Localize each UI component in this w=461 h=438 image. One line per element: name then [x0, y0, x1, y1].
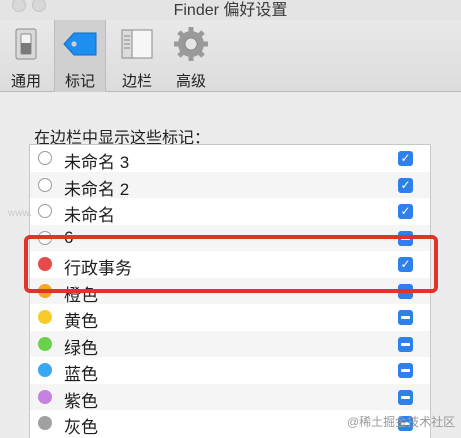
- tag-color-dot: [38, 389, 52, 404]
- tag-row[interactable]: 未命名 ✓: [30, 198, 430, 225]
- tag-color-dot: [38, 336, 52, 351]
- tag-checkbox[interactable]: [398, 310, 413, 325]
- tag-checkbox[interactable]: [398, 336, 413, 352]
- tag-checkbox[interactable]: [398, 283, 413, 299]
- tag-label: 灰色: [64, 418, 98, 437]
- tag-label: 行政事务: [64, 259, 132, 278]
- tag-color-dot: [38, 204, 52, 218]
- tag-checkbox[interactable]: [398, 363, 413, 378]
- tag-row[interactable]: 绿色: [30, 330, 430, 358]
- tag-color-dot: [38, 230, 52, 245]
- tag-checkbox[interactable]: ✓: [398, 257, 413, 272]
- gear-icon: [174, 27, 208, 61]
- tab-sidebar[interactable]: 边栏: [110, 20, 164, 92]
- tag-icon: [63, 32, 97, 56]
- tag-color-dot: [38, 416, 52, 430]
- tags-pane: 在边栏中显示这些标记： 未命名 3 ✓ 未命名 2 ✓ 未命名 ✓ 6 行政事务…: [0, 92, 461, 438]
- tag-checkbox[interactable]: [398, 230, 413, 246]
- tab-advanced[interactable]: 高级: [164, 20, 218, 92]
- watermark-faint: www.: [8, 208, 32, 219]
- title-bar: Finder 偏好设置: [0, 0, 461, 20]
- tag-row[interactable]: 蓝色: [30, 357, 430, 384]
- tab-general-label: 通用: [10, 73, 41, 90]
- tag-label: 绿色: [64, 338, 98, 358]
- tag-label: 未命名 3: [64, 153, 130, 172]
- tab-sidebar-label: 边栏: [121, 73, 152, 90]
- tag-color-dot: [38, 257, 52, 271]
- tag-row[interactable]: 未命名 2 ✓: [30, 171, 430, 199]
- watermark: @稀土掘金技术社区: [347, 415, 456, 429]
- tag-checkbox[interactable]: ✓: [398, 177, 413, 193]
- tag-row[interactable]: 6: [30, 224, 430, 251]
- tag-label: 6: [64, 227, 74, 247]
- tag-checkbox[interactable]: ✓: [398, 151, 413, 166]
- switch-icon: [15, 28, 37, 60]
- preferences-toolbar: 通用 标记 边栏 高级: [0, 20, 461, 92]
- tag-label: 蓝色: [64, 365, 98, 384]
- tag-row[interactable]: 紫色: [30, 383, 430, 411]
- tag-checkbox[interactable]: ✓: [398, 204, 413, 219]
- tag-color-dot: [38, 177, 52, 192]
- tag-color-dot: [38, 310, 52, 324]
- tag-label: 未命名 2: [64, 179, 130, 199]
- tag-list[interactable]: 未命名 3 ✓ 未命名 2 ✓ 未命名 ✓ 6 行政事务 ✓ 橙色 黄色 绿色 …: [29, 144, 431, 438]
- tag-row[interactable]: 黄色: [30, 304, 430, 331]
- window-title: Finder 偏好设置: [173, 2, 288, 19]
- tab-tags[interactable]: 标记: [54, 20, 106, 92]
- tag-row[interactable]: 未命名 3 ✓: [30, 145, 430, 172]
- tag-label: 黄色: [64, 312, 98, 331]
- tab-advanced-label: 高级: [175, 73, 206, 90]
- tag-row[interactable]: 橙色: [30, 277, 430, 305]
- tab-general[interactable]: 通用: [0, 20, 52, 92]
- tag-checkbox[interactable]: [398, 389, 413, 405]
- tag-color-dot: [38, 151, 52, 165]
- tag-color-dot: [38, 363, 52, 377]
- tab-tags-label: 标记: [64, 73, 95, 90]
- sidebar-icon: [121, 29, 153, 59]
- tag-label: 紫色: [64, 391, 98, 411]
- tag-row[interactable]: 行政事务 ✓: [30, 251, 430, 278]
- tag-label: 未命名: [64, 206, 115, 225]
- tag-color-dot: [38, 283, 52, 298]
- tag-label: 橙色: [64, 285, 98, 305]
